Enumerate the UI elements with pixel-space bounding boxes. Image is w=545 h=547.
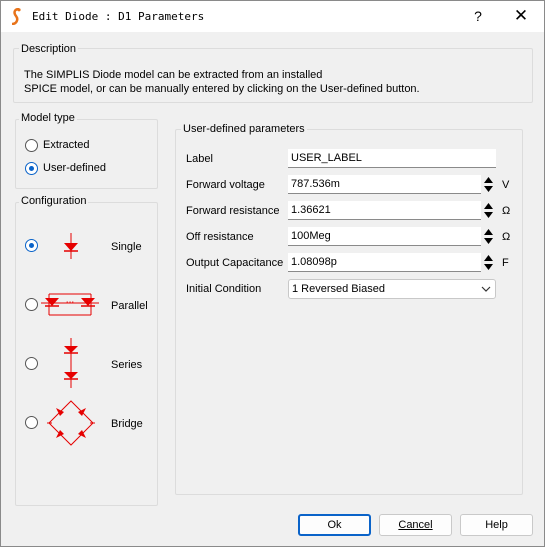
svg-text:···: ··· [66, 298, 75, 308]
extracted-label[interactable]: Extracted [43, 139, 89, 151]
model-type-label: Model type [19, 112, 77, 124]
ok-button[interactable]: Ok [298, 514, 371, 536]
description-line-1: The SIMPLIS Diode model can be extracted… [24, 69, 323, 81]
bridge-diodes-icon [47, 400, 95, 446]
single-diode-icon [64, 233, 78, 259]
close-button[interactable]: ✕ [506, 5, 536, 27]
config-parallel-radio[interactable] [25, 298, 38, 311]
series-diodes-icon: : [64, 338, 78, 388]
initial-condition-label: Initial Condition [186, 283, 262, 295]
edit-diode-dialog: Edit Diode : D1 Parameters ? ✕ Descripti… [0, 0, 545, 547]
extracted-radio[interactable] [25, 139, 38, 152]
config-single-label[interactable]: Single [111, 241, 142, 253]
config-single-radio[interactable] [25, 239, 38, 252]
help-title-button[interactable]: ? [467, 5, 489, 27]
initial-condition-value: 1 Reversed Biased [292, 283, 385, 295]
configuration-label: Configuration [19, 195, 89, 207]
forward-resistance-label: Forward resistance [186, 205, 280, 217]
label-input[interactable]: USER_LABEL [288, 149, 496, 168]
forward-voltage-unit: V [502, 179, 510, 191]
config-bridge-label[interactable]: Bridge [111, 418, 143, 430]
user-defined-radio[interactable] [25, 162, 38, 175]
cancel-button-mnemonic: Cancel [398, 519, 433, 531]
parallel-diodes-icon: ··· [41, 293, 99, 316]
title-bar: Edit Diode : D1 Parameters ? ✕ [1, 1, 544, 32]
forward-resistance-unit: Ω [502, 205, 511, 217]
model-type-group [15, 119, 158, 189]
description-line-2: SPICE model, or can be manually entered … [24, 83, 420, 95]
off-resistance-label: Off resistance [186, 231, 254, 243]
forward-resistance-input[interactable]: 1.36621 [288, 201, 481, 220]
forward-voltage-input[interactable]: 787.536m [288, 175, 481, 194]
chevron-down-icon [481, 286, 491, 292]
output-capacitance-unit: F [502, 257, 509, 269]
forward-resistance-spinner-icon[interactable] [482, 201, 495, 220]
off-resistance-input[interactable]: 100Meg [288, 227, 481, 246]
window-title: Edit Diode : D1 Parameters [32, 10, 205, 23]
forward-voltage-spinner-icon[interactable] [482, 175, 495, 194]
user-defined-label[interactable]: User-defined [43, 162, 106, 174]
off-resistance-spinner-icon[interactable] [482, 227, 495, 246]
forward-voltage-label: Forward voltage [186, 179, 265, 191]
param-label-label: Label [186, 153, 213, 165]
description-label: Description [19, 43, 79, 55]
initial-condition-select[interactable]: 1 Reversed Biased [288, 279, 496, 299]
config-series-radio[interactable] [25, 357, 38, 370]
help-button[interactable]: Help [460, 514, 533, 536]
config-parallel-label[interactable]: Parallel [111, 300, 148, 312]
output-capacitance-spinner-icon[interactable] [482, 253, 495, 272]
config-series-label[interactable]: Series [111, 359, 142, 371]
simplis-logo-icon [11, 8, 21, 25]
svg-text::: : [70, 359, 73, 368]
output-capacitance-input[interactable]: 1.08098p [288, 253, 481, 272]
cancel-button[interactable]: Cancel [379, 514, 452, 536]
user-params-label: User-defined parameters [181, 123, 307, 135]
output-capacitance-label: Output Capacitance [186, 257, 284, 269]
config-bridge-radio[interactable] [25, 416, 38, 429]
description-text: The SIMPLIS Diode model can be extracted… [24, 68, 420, 96]
off-resistance-unit: Ω [502, 231, 511, 243]
